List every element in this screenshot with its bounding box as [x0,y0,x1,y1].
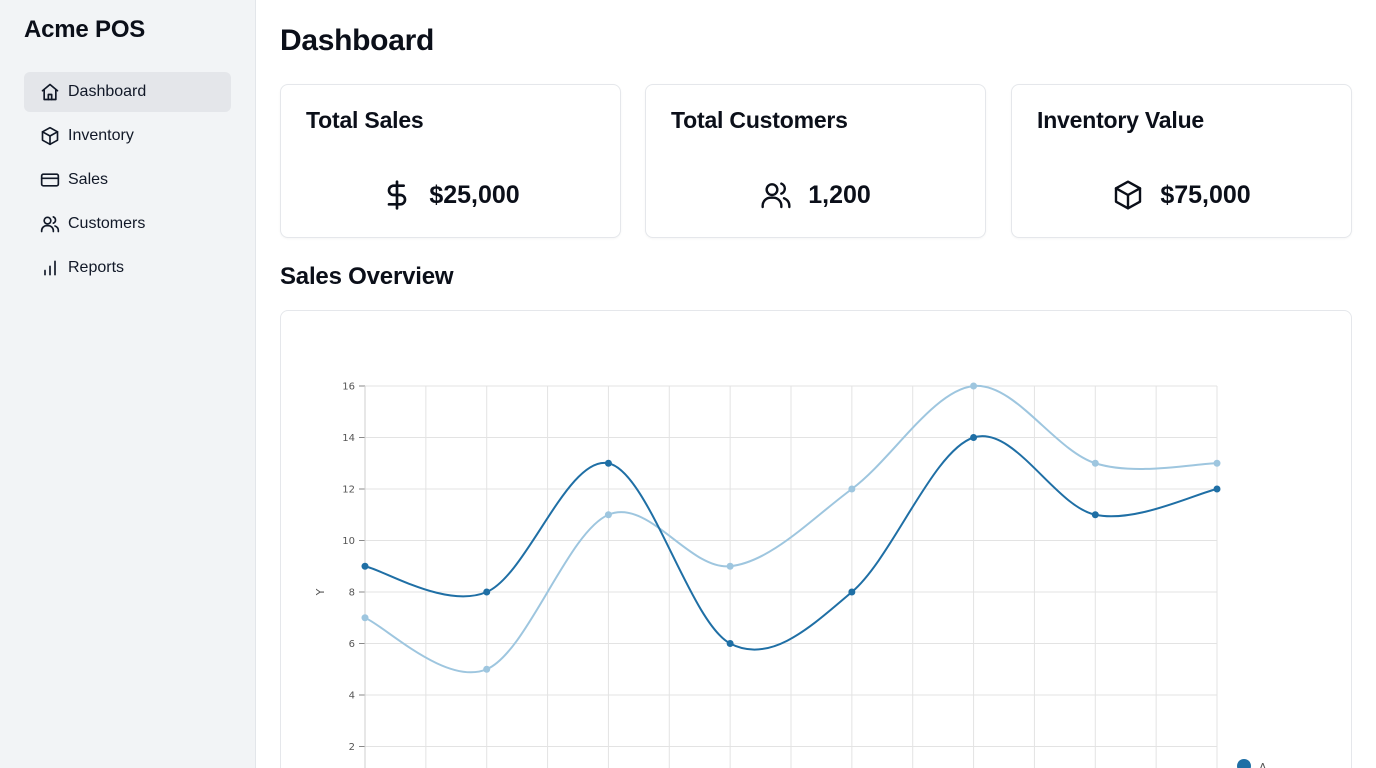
users-icon [760,179,792,211]
y-tick-label: 2 [349,742,355,753]
data-point [970,382,978,390]
inventory-value-value: $75,000 [1160,180,1251,209]
package-icon [1112,179,1144,211]
sidebar-item-label: Inventory [68,127,134,144]
y-tick-label: 10 [342,536,355,547]
page-title: Dashboard [280,24,434,57]
data-point [604,459,612,467]
y-tick-label: 16 [342,382,355,393]
data-point [1213,485,1221,493]
data-point [604,511,612,519]
sidebar-item-customers[interactable]: Customers [24,204,231,244]
sales-overview-chart-card: 2 4 6 8 10 12 14 16 Y A [280,310,1352,768]
data-point [726,562,734,570]
inventory-value-card: Inventory Value $75,000 [1011,84,1352,238]
total-sales-card: Total Sales $25,000 [280,84,621,238]
package-icon [40,126,60,146]
sales-overview-chart: 2 4 6 8 10 12 14 16 Y A [314,382,1267,768]
sidebar-item-label: Customers [68,215,146,232]
sidebar-nav: Dashboard Inventory Sales Customers Repo… [24,72,231,292]
total-sales-value: $25,000 [429,180,520,209]
data-point [1091,511,1099,519]
bar-chart-icon [40,258,60,278]
card-title: Inventory Value [1037,107,1205,133]
total-customers-card: Total Customers 1,200 [645,84,986,238]
legend-label: A [1259,761,1267,768]
y-axis-label: Y [314,588,327,596]
sidebar: Acme POS Dashboard Inventory Sales Custo… [0,0,256,768]
sidebar-item-dashboard[interactable]: Dashboard [24,72,231,112]
sidebar-item-reports[interactable]: Reports [24,248,231,288]
data-point [726,640,734,647]
data-point [483,665,491,673]
data-point [970,434,978,441]
home-icon [40,82,60,102]
data-point [1213,459,1221,467]
section-title: Sales Overview [280,263,454,290]
y-tick-label: 6 [349,639,355,650]
main-content: Dashboard Total Sales $25,000 Total Cust… [256,0,1376,768]
y-tick-label: 8 [349,588,355,599]
sidebar-item-label: Sales [68,171,109,188]
app-title: Acme POS [24,16,146,43]
y-tick-label: 4 [349,691,355,702]
data-point [848,588,856,596]
credit-card-icon [40,170,60,190]
dollar-icon [381,179,413,211]
sidebar-item-inventory[interactable]: Inventory [24,116,231,156]
data-point [361,614,369,622]
data-point [361,562,369,570]
sidebar-item-sales[interactable]: Sales [24,160,231,200]
sidebar-item-label: Reports [68,259,125,276]
sidebar-item-label: Dashboard [68,83,147,100]
users-icon [40,214,60,234]
y-tick-label: 12 [342,485,355,496]
legend-swatch [1237,759,1251,768]
card-title: Total Customers [671,107,848,133]
y-tick-label: 14 [342,433,355,444]
data-point [848,485,856,493]
data-point [483,588,491,596]
total-customers-value: 1,200 [808,180,871,209]
card-title: Total Sales [306,107,424,133]
data-point [1091,459,1099,467]
